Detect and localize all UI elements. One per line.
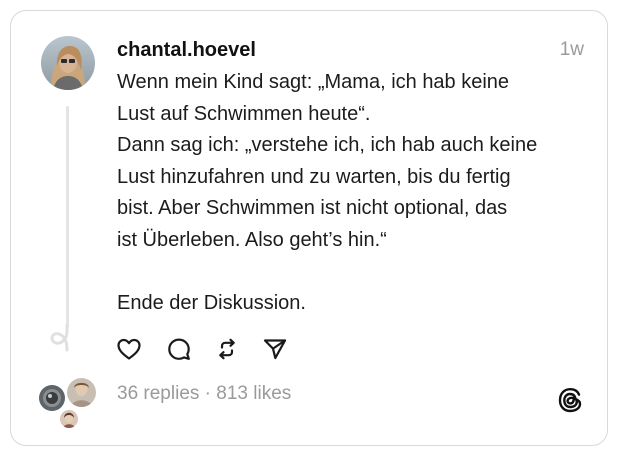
post-text-line: ist Überleben. Also geht’s hin.“ [117,228,387,251]
replier-avatar-photo [60,410,78,428]
post-text-line: Wenn mein Kind sagt: „Mama, ich hab kein… [117,71,510,93]
avatar-photo [41,36,95,90]
repost-button[interactable] [214,336,240,362]
post-text-line: Ende der Diskussion. [117,291,306,314]
post-timestamp: 1w [559,39,584,60]
send-icon [263,339,287,360]
post-text-line: Lust hinzufahren und zu warten, bis du f… [117,165,511,188]
likes-count[interactable]: 813 likes [216,383,291,404]
threads-logo-icon[interactable] [556,386,584,414]
repost-icon [219,338,235,360]
replier-avatar-photo [39,385,65,411]
thread-line [66,106,69,328]
share-button[interactable] [262,336,288,362]
post-text-line: Dann sag ich: „verstehe ich, ich hab auc… [117,134,538,156]
reply-button[interactable] [166,336,192,362]
post-text: Wenn mein Kind sagt: „Mama, ich hab kein… [117,67,587,319]
replier-avatar[interactable] [65,376,98,409]
post-stats: 36 replies · 813 likes [117,382,291,406]
like-button[interactable] [116,336,142,362]
post-text-line [117,256,587,288]
replies-count[interactable]: 36 replies [117,383,199,404]
replier-avatar-photo [67,378,96,407]
username[interactable]: chantal.hoevel [117,38,256,62]
thread-curl-icon [50,324,69,352]
author-avatar[interactable] [41,36,95,90]
heart-icon [117,338,141,360]
comment-icon [168,338,190,360]
post-text-line: Lust auf Schwimmen heute“. [117,102,371,125]
replier-avatar[interactable] [58,408,80,430]
stats-separator: · [199,383,217,404]
post-text-line: bist. Aber Schwimmen ist nicht optional,… [117,197,508,219]
